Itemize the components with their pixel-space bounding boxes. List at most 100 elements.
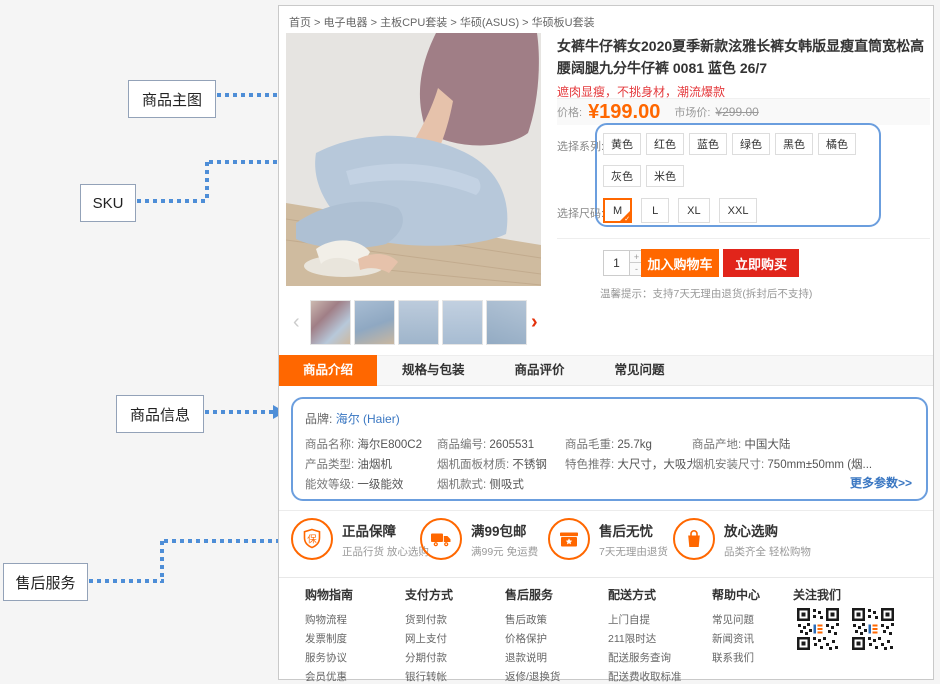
annotated-screenshot: 商品主图 SKU 商品信息 售后服务 首页 > 电子电器 > 主板CPU套装 >… [0, 0, 940, 684]
product-main-image[interactable] [286, 33, 541, 286]
footer-link[interactable]: 常见问题 [712, 611, 760, 630]
footer-link[interactable]: 配送服务查询 [608, 649, 682, 668]
series-option[interactable]: 蓝色 [689, 133, 727, 155]
annotation-label-text: 商品主图 [142, 89, 202, 110]
footer-link[interactable]: 货到付款 [405, 611, 453, 630]
thumbnail[interactable] [398, 300, 439, 345]
series-option[interactable]: 黄色 [603, 133, 641, 155]
arrow-line [205, 162, 209, 202]
series-option[interactable]: 灰色 [603, 165, 641, 187]
qr-code [795, 607, 841, 651]
footer-link[interactable]: 上门自提 [608, 611, 682, 630]
service-title: 正品保障 [342, 520, 429, 540]
gallery-next-icon[interactable]: › [531, 311, 547, 334]
series-option[interactable]: 绿色 [732, 133, 770, 155]
annotation-label-main-image: 商品主图 [128, 80, 216, 118]
arrow-line [137, 199, 209, 203]
service-subtitle: 正品行货 放心选购 [342, 544, 429, 559]
svg-text:保: 保 [307, 534, 317, 546]
footer-link[interactable]: 退款说明 [505, 649, 560, 668]
gallery-prev-icon[interactable]: ‹ [293, 311, 307, 334]
size-option[interactable]: XXL [719, 198, 758, 223]
footer-col-help: 帮助中心 常见问题 新闻资讯 联系我们 [712, 586, 760, 668]
series-option[interactable]: 橘色 [818, 133, 856, 155]
footer-link[interactable]: 返修/退换货 [505, 668, 560, 684]
footer-link[interactable]: 购物流程 [305, 611, 353, 630]
footer-link[interactable]: 联系我们 [712, 649, 760, 668]
buy-now-button[interactable]: 立即购买 [723, 249, 799, 277]
info-label: 产品类型: [305, 459, 354, 471]
divider [279, 510, 933, 511]
footer-col-payment: 支付方式 货到付款 网上支付 分期付款 银行转帐 [405, 586, 453, 684]
thumbnail[interactable] [354, 300, 395, 345]
arrow-line [89, 579, 164, 583]
info-value: 不锈钢 [512, 459, 547, 471]
tab-reviews[interactable]: 商品评价 [490, 356, 590, 385]
info-label: 能效等级: [305, 479, 354, 491]
footer-link[interactable]: 会员优惠 [305, 668, 353, 684]
annotation-label-sku: SKU [80, 184, 136, 222]
footer-link[interactable]: 售后政策 [505, 611, 560, 630]
service-title: 满99包邮 [471, 520, 538, 540]
product-info-box: 品牌: 海尔 (Haier) 商品名称: 海尔E800C2 产品类型: 油烟机 … [291, 397, 928, 501]
qr-code [850, 607, 896, 651]
market-price-label: 市场价: [674, 104, 710, 120]
info-label: 烟机面板材质: [437, 459, 509, 471]
product-title: 女裤牛仔裤女2020夏季新款泫雅长裤女韩版显瘦直筒宽松高腰阔腿九分牛仔裤 008… [557, 36, 931, 79]
info-value: 25.7kg [617, 439, 652, 451]
thumbnail[interactable] [310, 300, 351, 345]
add-to-cart-button[interactable]: 加入购物车 [641, 249, 719, 277]
info-value: 侧吸式 [489, 479, 524, 491]
info-value: 2605531 [489, 439, 534, 451]
series-option[interactable]: 黑色 [775, 133, 813, 155]
tab-spec-package[interactable]: 规格与包装 [377, 356, 490, 385]
info-value: 油烟机 [357, 459, 392, 471]
annotation-label-text: 商品信息 [130, 404, 190, 425]
size-option[interactable]: L [641, 198, 669, 223]
quantity-input[interactable]: 1 [603, 250, 630, 276]
footer-link[interactable]: 发票制度 [305, 630, 353, 649]
tab-faq[interactable]: 常见问题 [590, 356, 690, 385]
info-label: 特色推荐: [565, 459, 614, 471]
series-option[interactable]: 米色 [646, 165, 684, 187]
size-option[interactable]: XL [678, 198, 709, 223]
price-label: 价格: [557, 104, 582, 120]
footer-link[interactable]: 价格保护 [505, 630, 560, 649]
annotation-label-text: 售后服务 [15, 572, 75, 593]
info-value: 大尺寸，大吸力，静音... [617, 459, 692, 471]
brand-line: 品牌: 海尔 (Haier) [305, 410, 914, 427]
brand-link[interactable]: 海尔 (Haier) [336, 412, 400, 426]
footer-heading: 帮助中心 [712, 586, 760, 603]
info-value: 中国大陆 [744, 439, 790, 451]
footer-heading: 售后服务 [505, 586, 560, 603]
quantity-stepper: 1 + - [603, 250, 644, 276]
footer-link[interactable]: 配送费收取标准 [608, 668, 682, 684]
service-subtitle: 满99元 免运费 [471, 544, 538, 559]
market-price-value: ¥299.00 [715, 105, 758, 119]
info-label: 商品产地: [692, 439, 741, 451]
tab-product-intro[interactable]: 商品介绍 [279, 355, 377, 386]
annotation-label-info: 商品信息 [116, 395, 204, 433]
service-item-shipping: 满99包邮 满99元 免运费 [420, 518, 538, 560]
thumbnail[interactable] [486, 300, 527, 345]
footer-heading: 关注我们 [793, 586, 841, 603]
breadcrumb[interactable]: 首页 > 电子电器 > 主板CPU套装 > 华硕(ASUS) > 华硕板U套装 [289, 14, 595, 30]
shopping-bag-icon [673, 518, 715, 560]
thumbnail[interactable] [442, 300, 483, 345]
footer-link[interactable]: 新闻资讯 [712, 630, 760, 649]
size-option-selected[interactable]: M [603, 198, 632, 223]
footer-link[interactable]: 211限时达 [608, 630, 682, 649]
series-option[interactable]: 红色 [646, 133, 684, 155]
info-value: 海尔E800C2 [357, 439, 422, 451]
footer-link[interactable]: 分期付款 [405, 649, 453, 668]
detail-tabbar: 商品介绍 规格与包装 商品评价 常见问题 [279, 355, 933, 386]
info-label: 商品名称: [305, 439, 354, 451]
footer-link[interactable]: 服务协议 [305, 649, 353, 668]
product-page-panel: 首页 > 电子电器 > 主板CPU套装 > 华硕(ASUS) > 华硕板U套装 [278, 5, 934, 680]
series-options-row2: 灰色 米色 [603, 165, 684, 187]
service-item-assured: 放心选购 品类齐全 轻松购物 [673, 518, 811, 560]
more-params-link[interactable]: 更多参数>> [850, 474, 912, 491]
service-title: 放心选购 [724, 520, 811, 540]
footer-link[interactable]: 银行转帐 [405, 668, 453, 684]
footer-link[interactable]: 网上支付 [405, 630, 453, 649]
